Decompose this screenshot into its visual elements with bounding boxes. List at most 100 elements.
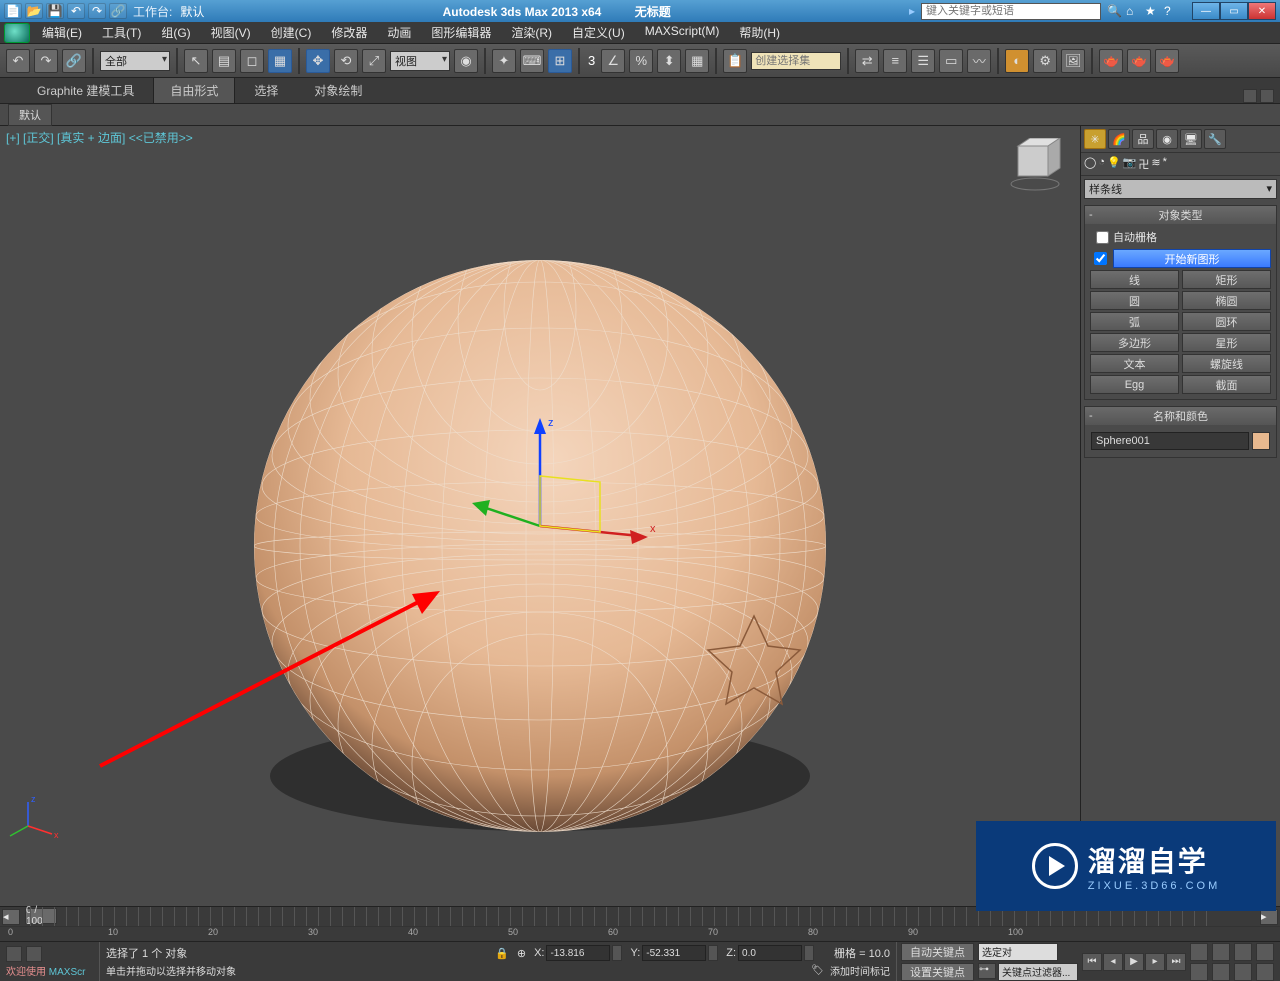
ribbon-tab-object-paint[interactable]: 对象绘制 <box>297 77 379 103</box>
menu-help[interactable]: 帮助(H) <box>729 21 790 44</box>
graphite-icon[interactable]: ▭ <box>939 49 963 73</box>
btn-donut[interactable]: 圆环 <box>1182 312 1271 331</box>
select-and-move-icon[interactable]: ✥ <box>306 49 330 73</box>
play-icon[interactable]: ▶ <box>1124 953 1144 971</box>
menu-render[interactable]: 渲染(R) <box>501 21 562 44</box>
lock-selection-icon[interactable]: 🔒 <box>495 947 509 960</box>
window-minimize-button[interactable]: — <box>1192 2 1220 20</box>
absolute-transform-icon[interactable]: ⊕ <box>517 947 526 960</box>
qat-redo-icon[interactable]: ↷ <box>88 3 106 19</box>
goto-end-icon[interactable]: ⏭ <box>1166 953 1186 971</box>
ribbon-expand-icon[interactable] <box>1243 89 1257 103</box>
rendered-frame-window-icon[interactable]: 🖼 <box>1061 49 1085 73</box>
shapes-category-icon[interactable]: ◔ <box>1098 156 1105 172</box>
infocenter-exchange-icon[interactable]: ⌂ <box>1126 4 1142 18</box>
snaps-toggle-icon[interactable]: ⊞ <box>548 49 572 73</box>
menu-edit[interactable]: 编辑(E) <box>32 21 92 44</box>
geometry-category-icon[interactable]: ◯ <box>1084 156 1096 172</box>
use-pivot-icon[interactable]: ◉ <box>454 49 478 73</box>
help-search-input[interactable] <box>921 3 1101 20</box>
btn-rectangle[interactable]: 矩形 <box>1182 270 1271 289</box>
select-and-rotate-icon[interactable]: ⟲ <box>334 49 358 73</box>
coord-y-input[interactable] <box>642 945 706 961</box>
next-frame-icon[interactable]: ▸ <box>1145 953 1165 971</box>
percent-snap-icon[interactable]: % <box>629 49 653 73</box>
hierarchy-panel-icon[interactable]: 品 <box>1132 129 1154 149</box>
create-panel-icon[interactable]: ✳ <box>1084 129 1106 149</box>
application-menu-icon[interactable] <box>4 23 30 43</box>
render-icon[interactable]: 🫖 <box>1155 49 1179 73</box>
arrow-icon[interactable]: ▸ <box>909 4 915 18</box>
rollout-header-name-color[interactable]: -名称和颜色 <box>1085 407 1276 425</box>
nav-max-toggle-icon[interactable] <box>1234 963 1252 981</box>
ribbon-tab-selection[interactable]: 选择 <box>237 77 295 103</box>
render-setup-icon[interactable]: ⚙ <box>1033 49 1057 73</box>
maxscript-prompt-label[interactable]: MAXScr <box>49 967 86 978</box>
coord-x-spinner[interactable] <box>612 945 622 961</box>
add-time-tag-label[interactable]: 添加时间标记 <box>830 963 890 978</box>
qat-new-icon[interactable]: 📄 <box>4 3 22 19</box>
select-object-icon[interactable]: ↖ <box>184 49 208 73</box>
prev-frame-icon[interactable]: ◂ <box>1103 953 1123 971</box>
btn-ngon[interactable]: 多边形 <box>1090 333 1179 352</box>
angle-snap-icon[interactable]: ∠ <box>601 49 625 73</box>
window-crossing-icon[interactable]: ▦ <box>268 49 292 73</box>
menu-customize[interactable]: 自定义(U) <box>562 21 635 44</box>
btn-ellipse[interactable]: 椭圆 <box>1182 291 1271 310</box>
btn-egg[interactable]: Egg <box>1090 375 1179 394</box>
nav-zoom-extents-icon[interactable] <box>1234 943 1252 961</box>
modify-panel-icon[interactable]: 🌈 <box>1108 129 1130 149</box>
spacewarps-category-icon[interactable]: ≋ <box>1151 156 1160 172</box>
nav-pan-icon[interactable] <box>1190 943 1208 961</box>
nav-fov-icon[interactable] <box>1256 943 1274 961</box>
window-maximize-button[interactable]: ▭ <box>1220 2 1248 20</box>
menu-view[interactable]: 视图(V) <box>201 21 261 44</box>
menu-graph-editors[interactable]: 图形编辑器 <box>421 21 501 44</box>
infocenter-search-icon[interactable]: 🔍 <box>1107 4 1123 18</box>
qat-save-icon[interactable]: 💾 <box>46 3 64 19</box>
menu-group[interactable]: 组(G) <box>151 21 200 44</box>
render-production-icon[interactable]: 🫖 <box>1099 49 1123 73</box>
render-iterative-icon[interactable]: 🫖 <box>1127 49 1151 73</box>
menu-modifiers[interactable]: 修改器 <box>321 21 377 44</box>
mini-listener-icon[interactable] <box>6 946 22 962</box>
start-new-shape-button[interactable]: 开始新图形 <box>1113 249 1271 268</box>
key-filters-button[interactable] <box>998 963 1078 981</box>
link-icon[interactable]: 🔗 <box>62 49 86 73</box>
menu-create[interactable]: 创建(C) <box>261 21 322 44</box>
qat-link-icon[interactable]: 🔗 <box>109 3 127 19</box>
viewport[interactable]: z x z <box>0 126 1080 906</box>
btn-star[interactable]: 星形 <box>1182 333 1271 352</box>
undo-icon[interactable]: ↶ <box>6 49 30 73</box>
display-panel-icon[interactable]: 🖥 <box>1180 129 1202 149</box>
material-editor-icon[interactable]: ◐ <box>1005 49 1029 73</box>
btn-circle[interactable]: 圆 <box>1090 291 1179 310</box>
auto-key-button[interactable]: 自动关键点 <box>901 943 974 961</box>
reference-coord-combo[interactable]: 视图 <box>390 51 450 71</box>
qat-open-icon[interactable]: 📂 <box>25 3 43 19</box>
object-color-swatch[interactable] <box>1252 432 1270 450</box>
ribbon-tab-freeform[interactable]: 自由形式 <box>153 77 235 103</box>
set-key-button[interactable]: 设置关键点 <box>901 963 974 981</box>
nav-zoom-all-icon[interactable] <box>1256 963 1274 981</box>
named-selection-input[interactable] <box>751 52 841 70</box>
helpers-category-icon[interactable]: 卍 <box>1138 156 1149 172</box>
btn-section[interactable]: 截面 <box>1182 375 1271 394</box>
layer-manager-icon[interactable]: ☰ <box>911 49 935 73</box>
menu-animation[interactable]: 动画 <box>377 21 421 44</box>
snap-mode-label[interactable]: 3 <box>588 53 595 68</box>
align-icon[interactable]: ≡ <box>883 49 907 73</box>
coord-y-spinner[interactable] <box>708 945 718 961</box>
ribbon-opt-icon[interactable] <box>1260 89 1274 103</box>
time-tag-icon[interactable]: 🏷 <box>811 965 824 976</box>
redo-icon[interactable]: ↷ <box>34 49 58 73</box>
btn-helix[interactable]: 螺旋线 <box>1182 354 1271 373</box>
menu-tools[interactable]: 工具(T) <box>92 21 151 44</box>
time-slider-prev-icon[interactable]: ◂ <box>2 909 20 925</box>
viewport-label[interactable]: [+] [正交] [真实 + 边面] <<已禁用>> <box>6 129 193 146</box>
btn-line[interactable]: 线 <box>1090 270 1179 289</box>
mirror-icon[interactable]: ⇄ <box>855 49 879 73</box>
viewcube[interactable] <box>1008 138 1062 192</box>
qat-undo-icon[interactable]: ↶ <box>67 3 85 19</box>
set-key-icon[interactable]: ⊶ <box>978 963 996 979</box>
